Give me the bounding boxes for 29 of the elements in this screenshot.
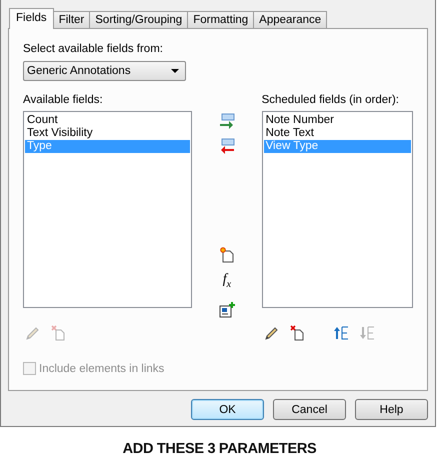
checkbox-label: Include elements in links [39,362,164,374]
combine-icon[interactable] [218,302,235,318]
formula-button[interactable]: f$_{x}$ [222,272,232,293]
remove-arrow-icon[interactable] [218,138,235,154]
tab[interactable]: Filter [52,11,90,28]
caption-text: ADD THESE 3 PARAMETERS [122,441,318,457]
move-up-icon[interactable] [332,325,349,341]
list-item[interactable]: Count [25,114,190,127]
field-label: Select available fields from: [23,42,164,57]
tab[interactable]: Fields [9,8,54,29]
field-list[interactable]: Count Text Visibility Type [23,111,192,308]
dialog-button[interactable]: Help [355,399,428,420]
new-page-icon[interactable] [218,247,235,263]
field-list[interactable]: Note Number Note Text View Type [262,111,414,308]
list-item[interactable]: Note Text [264,127,412,140]
field-label: Available fields: [23,93,104,108]
list-item[interactable]: Note Number [264,114,412,127]
list-item[interactable]: Text Visibility [25,127,190,140]
pencil-icon[interactable] [262,325,279,341]
delete-page-icon[interactable] [288,325,305,341]
tab[interactable]: Sorting/Grouping [89,11,188,28]
tab[interactable]: Appearance [253,11,328,28]
dialog-button[interactable]: OK [191,399,264,420]
category-dropdown[interactable]: Generic Annotations [23,61,186,81]
field-label: Scheduled fields (in order): [262,93,400,108]
tab[interactable]: Formatting [187,11,254,28]
add-arrow-icon[interactable] [218,113,235,129]
dialog-button[interactable]: Cancel [273,399,346,420]
caret-icon [171,69,179,73]
